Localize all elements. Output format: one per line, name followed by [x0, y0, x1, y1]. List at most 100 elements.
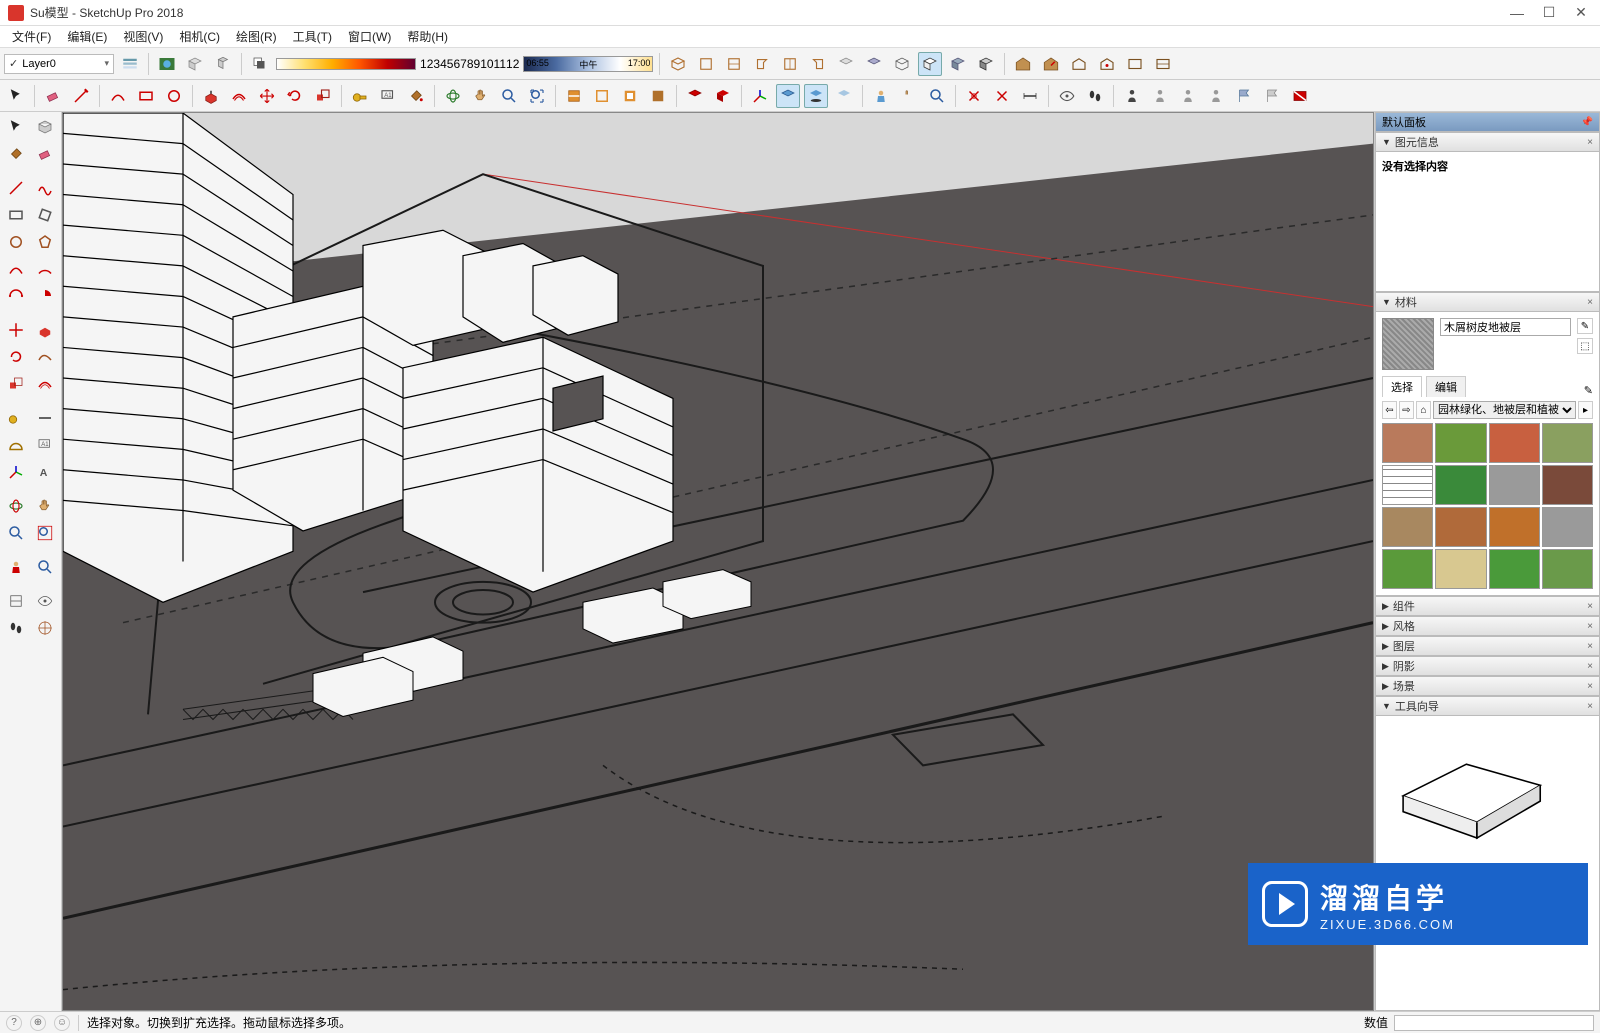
warehouse-alt-button[interactable] — [1151, 52, 1175, 76]
walk-footprints-tool[interactable] — [2, 615, 30, 641]
help-icon[interactable]: ? — [6, 1015, 22, 1031]
record-person4-button[interactable] — [1204, 84, 1228, 108]
viewport-3d[interactable] — [62, 112, 1374, 1011]
material-swatch[interactable] — [1382, 507, 1433, 547]
eyedropper-button[interactable]: ✎ — [1584, 384, 1593, 397]
eraser-tool[interactable] — [32, 141, 60, 167]
layer-manager-button[interactable] — [118, 52, 142, 76]
bug-button[interactable] — [1288, 84, 1312, 108]
orbit-tool[interactable] — [2, 493, 30, 519]
material-name-input[interactable] — [1440, 318, 1571, 336]
freehand-tool[interactable] — [32, 175, 60, 201]
material-swatch[interactable] — [1435, 549, 1486, 589]
view-left-button[interactable] — [806, 52, 830, 76]
style-xray-button[interactable] — [834, 52, 858, 76]
flag-2-button[interactable] — [1260, 84, 1284, 108]
rotated-rect-tool[interactable] — [32, 202, 60, 228]
protractor-tool[interactable] — [2, 432, 30, 458]
view-front-button[interactable] — [722, 52, 746, 76]
style-hiddenline-button[interactable] — [918, 52, 942, 76]
dimension-button[interactable] — [1018, 84, 1042, 108]
time-slider[interactable]: 06:55 中午 17:00 — [523, 56, 653, 72]
close-icon[interactable]: × — [1587, 701, 1593, 712]
lookaround-button[interactable] — [925, 84, 949, 108]
menu-window[interactable]: 窗口(W) — [340, 26, 399, 47]
nav-fwd-button[interactable]: ⇨ — [1399, 401, 1414, 419]
scale-tool-button[interactable] — [311, 84, 335, 108]
menu-camera[interactable]: 相机(C) — [171, 26, 228, 47]
material-swatch[interactable] — [1435, 423, 1486, 463]
text-tool-button[interactable]: A1 — [376, 84, 400, 108]
panel-layers-header[interactable]: ▶图层× — [1375, 636, 1600, 656]
close-icon[interactable]: × — [1587, 681, 1593, 692]
rectangle-tool[interactable] — [2, 202, 30, 228]
material-swatch[interactable] — [1542, 507, 1593, 547]
warehouse-ext-button[interactable] — [1095, 52, 1119, 76]
panel-instructor-header[interactable]: ▼工具向导× — [1375, 696, 1600, 716]
zoom-tool[interactable] — [2, 520, 30, 546]
material-preview-swatch[interactable] — [1382, 318, 1434, 370]
flag-button[interactable] — [1232, 84, 1256, 108]
minimize-button[interactable]: — — [1510, 6, 1524, 20]
close-icon[interactable]: × — [1587, 297, 1593, 308]
panel-entity-header[interactable]: ▼ 图元信息 × — [1375, 132, 1600, 152]
extension-manager-button[interactable] — [1123, 52, 1147, 76]
material-swatch[interactable] — [1489, 465, 1540, 505]
close-icon[interactable]: × — [1587, 137, 1593, 148]
dimension-tool[interactable] — [32, 405, 60, 431]
pushpull-tool[interactable] — [32, 317, 60, 343]
layer-combo[interactable]: ✓ Layer0 ▾ — [4, 54, 114, 74]
section-cut-button[interactable] — [618, 84, 642, 108]
record-person2-button[interactable] — [1148, 84, 1172, 108]
circle-tool-button[interactable] — [162, 84, 186, 108]
nav-menu-button[interactable]: ▸ — [1578, 401, 1593, 419]
menu-draw[interactable]: 绘图(R) — [228, 26, 285, 47]
followme-tool[interactable] — [32, 344, 60, 370]
position-camera-button[interactable] — [869, 84, 893, 108]
panel-scenes-header[interactable]: ▶场景× — [1375, 676, 1600, 696]
material-swatch[interactable] — [1382, 549, 1433, 589]
close-icon[interactable]: × — [1587, 661, 1593, 672]
rotate-tool-button[interactable] — [283, 84, 307, 108]
record-person3-button[interactable] — [1176, 84, 1200, 108]
solid-intersect-button[interactable] — [211, 52, 235, 76]
select-tool[interactable] — [2, 114, 30, 140]
sandbox-tool[interactable] — [32, 615, 60, 641]
create-material-button[interactable]: ✎ — [1577, 318, 1593, 334]
2point-arc-tool[interactable] — [32, 256, 60, 282]
polygon-tool[interactable] — [32, 229, 60, 255]
orbit-tool-button[interactable] — [441, 84, 465, 108]
text-label-tool[interactable]: A1 — [32, 432, 60, 458]
menu-view[interactable]: 视图(V) — [115, 26, 171, 47]
tray-pin-icon[interactable]: 📌 — [1581, 117, 1593, 128]
geo-icon[interactable]: ⊕ — [30, 1015, 46, 1031]
close-icon[interactable]: × — [1587, 621, 1593, 632]
view-iso-button[interactable] — [666, 52, 690, 76]
user-icon[interactable]: ☺ — [54, 1015, 70, 1031]
arc-tool-button[interactable] — [106, 84, 130, 108]
3point-arc-tool[interactable] — [2, 283, 30, 309]
shadow-gradient[interactable] — [276, 58, 416, 70]
menu-help[interactable]: 帮助(H) — [399, 26, 456, 47]
nav-home-button[interactable]: ⌂ — [1416, 401, 1431, 419]
fog-toggle-button[interactable] — [832, 84, 856, 108]
section-tool[interactable] — [2, 588, 30, 614]
menu-tools[interactable]: 工具(T) — [285, 26, 340, 47]
style-wireframe-button[interactable] — [890, 52, 914, 76]
shadows-toggle-button[interactable] — [804, 84, 828, 108]
select-tool-button[interactable] — [4, 84, 28, 108]
maximize-button[interactable]: ☐ — [1542, 6, 1556, 20]
material-swatch[interactable] — [1382, 423, 1433, 463]
walk-tool-button[interactable] — [897, 84, 921, 108]
material-swatch[interactable] — [1489, 507, 1540, 547]
line-tool[interactable] — [2, 175, 30, 201]
axes-toggle-button[interactable] — [748, 84, 772, 108]
material-library-select[interactable]: 园林绿化、地被层和植被 — [1433, 401, 1576, 419]
material-swatch[interactable] — [1489, 423, 1540, 463]
paint-bucket-button[interactable] — [404, 84, 428, 108]
value-input[interactable] — [1394, 1015, 1594, 1031]
move-tool[interactable] — [2, 317, 30, 343]
menu-file[interactable]: 文件(F) — [4, 26, 59, 47]
view-back-button[interactable] — [778, 52, 802, 76]
style-shaded-button[interactable] — [946, 52, 970, 76]
